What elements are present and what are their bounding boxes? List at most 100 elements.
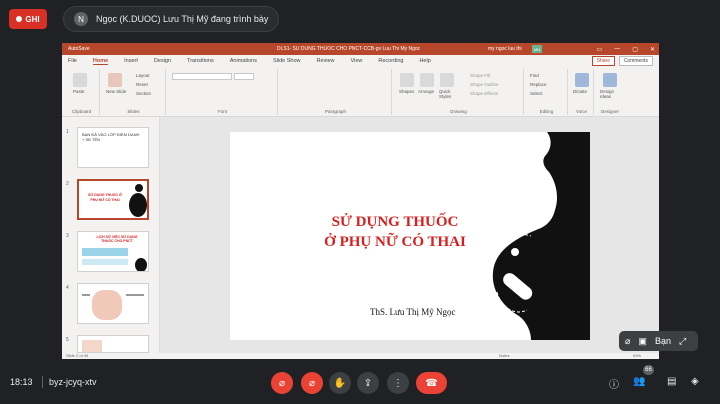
shape-effects-button[interactable]: Shape Effects — [470, 91, 498, 96]
tab-insert[interactable]: Insert — [124, 58, 138, 64]
presenter-chip[interactable]: N Ngọc (K.DUOC) Lưu Thị Mỹ đang trình bà… — [63, 6, 280, 32]
divider — [42, 376, 43, 388]
hand-icon: ✋ — [333, 377, 347, 389]
zoom-level[interactable]: 63% — [633, 353, 641, 358]
select-button[interactable]: Select — [530, 91, 543, 96]
tab-design[interactable]: Design — [154, 58, 171, 64]
raise-hand-button[interactable]: ✋ — [329, 372, 351, 394]
section-button[interactable]: Section — [136, 91, 151, 96]
tab-help[interactable]: Help — [419, 58, 430, 64]
group-slides: New Slide Layout Reset Section Slides — [102, 69, 166, 115]
thumb-number: 4 — [66, 285, 69, 291]
font-name-input[interactable] — [172, 73, 232, 80]
tab-home[interactable]: Home — [92, 58, 109, 65]
current-slide[interactable]: SỬ DỤNG THUỐC Ở PHỤ NỮ CÓ THAI ThS. Lưu … — [230, 132, 590, 340]
self-view-tile[interactable]: ⌀ ▣ Bạn ⤢ — [619, 331, 698, 351]
thumb-diagram — [82, 248, 128, 256]
notes-button[interactable]: Notes — [499, 353, 509, 358]
slide-thumbnail[interactable] — [77, 335, 149, 353]
layout-button[interactable]: Layout — [136, 73, 150, 78]
thumb-number: 3 — [66, 233, 69, 239]
slide-author: ThS. Lưu Thị Mỹ Ngọc — [370, 307, 456, 317]
people-icon[interactable]: 👥 — [633, 376, 645, 387]
paste-button[interactable]: Paste — [73, 89, 85, 94]
slide-title: SỬ DỤNG THUỐC Ở PHỤ NỮ CÓ THAI — [300, 212, 490, 252]
chat-icon[interactable]: ▤ — [667, 376, 676, 387]
slide-thumbnail[interactable] — [77, 283, 149, 324]
design-ideas-button[interactable]: Design Ideas — [600, 89, 622, 99]
camera-toggle-button[interactable]: ⌀ — [301, 372, 323, 394]
tab-review[interactable]: Review — [317, 58, 335, 64]
thumb-text: SỬ DỤNG THUỐC Ở PHỤ NỮ CÓ THAI — [88, 193, 122, 202]
recording-badge: GHI — [9, 9, 47, 29]
presenter-avatar: N — [74, 12, 88, 26]
new-slide-button[interactable]: New Slide — [106, 89, 126, 94]
autosave-label[interactable]: AutoSave — [68, 46, 90, 52]
leave-call-button[interactable]: ☎ — [416, 372, 447, 394]
thumb-text: LỊCH SỬ VIỆC SỬ DỤNG THUỐC CHO PNCT — [96, 235, 138, 243]
group-drawing: Shapes Arrange Quick Styles Shape Fill S… — [394, 69, 524, 115]
shapes-button[interactable]: Shapes — [399, 89, 414, 94]
status-bar: Slide 2 of 49 Notes 63% — [62, 353, 659, 359]
info-icon[interactable]: ⓘ — [609, 376, 619, 391]
group-label-font: Font — [217, 109, 227, 114]
slide-count: Slide 2 of 49 — [66, 353, 89, 358]
group-label-editing: Editing — [539, 109, 554, 114]
ribbon-display-icon[interactable]: ▭ — [597, 46, 603, 53]
arrange-button[interactable]: Arrange — [418, 89, 434, 94]
more-vert-icon: ⋮ — [393, 377, 403, 389]
document-title: DLS1- SU DUNG THUOC CHO PNCT-CCB-gv Luu … — [277, 46, 421, 52]
slide-thumbnail[interactable]: BẠN ĐÃ VÀO LỚP ĐIỂM DANH + SĐ TÊN — [77, 127, 149, 168]
shapes-icon[interactable] — [400, 73, 414, 87]
meet-top-bar: GHI N Ngọc (K.DUOC) Lưu Thị Mỹ đang trìn… — [0, 0, 720, 38]
paste-icon[interactable] — [73, 73, 87, 87]
maximize-icon[interactable]: ▢ — [632, 46, 638, 53]
tab-file[interactable]: File — [68, 58, 77, 64]
new-slide-icon[interactable] — [108, 73, 122, 87]
more-options-button[interactable]: ⋮ — [387, 372, 409, 394]
shape-fill-button[interactable]: Shape Fill — [470, 73, 490, 78]
expand-icon[interactable]: ⤢ — [679, 336, 686, 347]
replace-button[interactable]: Replace — [530, 82, 547, 87]
quick-styles-button[interactable]: Quick Styles — [439, 89, 459, 99]
slide-thumbnail[interactable]: LỊCH SỬ VIỆC SỬ DỤNG THUỐC CHO PNCT — [77, 231, 149, 272]
thumb-text: BẠN ĐÃ VÀO LỚP ĐIỂM DANH + SĐ TÊN — [82, 132, 140, 142]
arrange-icon[interactable] — [420, 73, 434, 87]
design-ideas-icon[interactable] — [603, 73, 617, 87]
camera-off-icon: ⌀ — [308, 377, 316, 389]
minimize-icon[interactable]: — — [614, 46, 620, 53]
quick-styles-icon[interactable] — [440, 73, 454, 87]
present-screen-button[interactable]: ⇪ — [357, 372, 379, 394]
comments-button[interactable]: Comments — [618, 56, 653, 66]
mic-off-icon: ⌀ — [278, 377, 286, 389]
close-icon[interactable]: ✕ — [650, 46, 655, 53]
group-paragraph: Paragraph — [280, 69, 392, 115]
user-name[interactable]: my ngoc luu thi — [488, 46, 522, 52]
user-avatar[interactable]: MN — [532, 45, 542, 53]
font-size-input[interactable] — [234, 73, 254, 80]
microphone-icon[interactable] — [575, 73, 589, 87]
tab-slide-show[interactable]: Slide Show — [273, 58, 301, 64]
thumb-diagram — [82, 259, 128, 265]
tab-transitions[interactable]: Transitions — [187, 58, 214, 64]
slide-thumbnail-selected[interactable]: SỬ DỤNG THUỐC Ở PHỤ NỮ CÓ THAI — [77, 179, 149, 220]
slide-title-line-1: SỬ DỤNG THUỐC — [331, 214, 459, 230]
thumb-image — [92, 290, 122, 320]
group-label-slides: Slides — [127, 109, 140, 114]
share-button[interactable]: Share — [591, 56, 615, 66]
group-label-designer: Designer — [600, 109, 619, 114]
reset-button[interactable]: Reset — [136, 82, 148, 87]
group-designer: Design Ideas Designer — [596, 69, 624, 115]
dictate-button[interactable]: Dictate — [573, 89, 587, 94]
microphone-toggle-button[interactable]: ⌀ — [271, 372, 293, 394]
tab-recording[interactable]: Recording — [378, 58, 403, 64]
find-button[interactable]: Find — [530, 73, 539, 78]
shape-outline-button[interactable]: Shape Outline — [470, 82, 499, 87]
tab-view[interactable]: View — [351, 58, 363, 64]
meet-control-bar: 18:13 byz-jcyq-xtv ⌀ ⌀ ✋ ⇪ ⋮ ☎ ⓘ 👥 66 ▤ … — [0, 360, 720, 404]
present-icon: ⇪ — [363, 377, 373, 389]
presenter-text: Ngọc (K.DUOC) Lưu Thị Mỹ đang trình bày — [96, 14, 269, 24]
activities-icon[interactable]: ◈ — [691, 376, 699, 387]
slide-title-line-2: Ở PHỤ NỮ CÓ THAI — [324, 234, 466, 250]
tab-animations[interactable]: Animations — [230, 58, 257, 64]
